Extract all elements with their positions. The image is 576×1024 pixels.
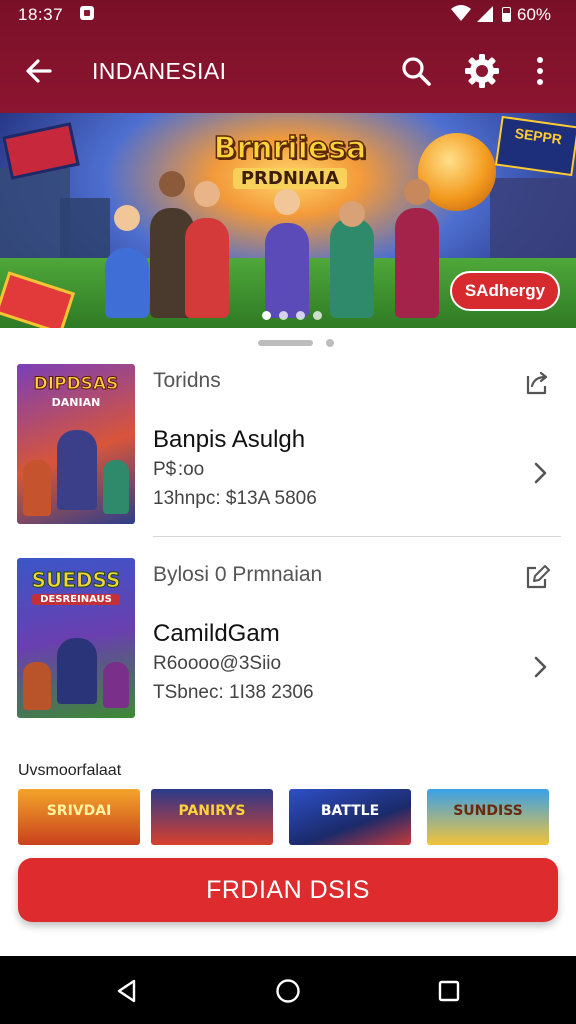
share-icon[interactable] [522,368,552,398]
game-price: R6oooo@3Siio [153,653,282,674]
status-bar: 18:37 60% [0,0,576,30]
thumbnail-character [57,638,97,704]
back-arrow-icon[interactable] [22,54,56,88]
carousel-dot[interactable] [279,311,288,320]
banner-character-head [159,171,185,197]
thumbnail-title: DIPDSAS [33,374,119,395]
game-price: P$ :oo [153,459,205,480]
banner-character [185,218,229,318]
banner-character-head [339,201,365,227]
game-card[interactable]: DIPDSAS DANIAN Toridns Banpis Asulgh P$ … [0,364,576,542]
gear-icon[interactable] [462,51,502,91]
thumbnail-subtitle: DESREINAUS [32,594,120,605]
thumbnail-character [23,662,51,710]
top-bar: 18:37 60% INDANESIAI [0,0,576,113]
carousel-dots [262,307,330,325]
thumbnail-character [103,662,129,708]
edit-icon[interactable] [522,562,552,592]
chevron-right-icon[interactable] [528,652,552,682]
banner-character [330,218,374,318]
banner-orb [418,133,496,211]
thumbnail-character [103,460,129,514]
game-tile[interactable]: BATTLE [289,789,411,845]
content-sheet: DIPDSAS DANIAN Toridns Banpis Asulgh P$ … [0,328,576,956]
game-category: Toridns [153,369,221,392]
sheet-drag-handle[interactable] [258,340,313,346]
section-title: Uvsmoorfalaat [18,762,122,779]
thumbnail-title: SUEDSS [31,568,121,593]
thumbnail-character [57,430,97,510]
signal-icon [477,6,493,22]
banner-character-head [404,179,430,205]
status-time: 18:37 [18,5,64,24]
app-title: INDANESIAI [92,58,227,84]
banner-character [265,223,309,318]
system-nav-bar [0,956,576,1024]
nav-home-icon[interactable] [273,976,303,1006]
search-icon[interactable] [398,53,434,89]
more-vertical-icon[interactable] [528,53,552,89]
primary-action-button[interactable]: FRDIAN DSIS [18,858,558,922]
banner-cta-button[interactable]: SAdhergy [450,271,560,311]
banner-corner-badge: SEPPR [494,115,576,177]
game-tile-label: PANIRYS [178,803,246,819]
sheet-handle-dot [326,339,334,347]
wifi-icon [451,5,471,21]
thumbnail-character [23,460,51,516]
nav-back-icon[interactable] [112,976,142,1006]
nav-recents-icon[interactable] [434,976,464,1006]
banner-title-sub: PRDNIAIA [232,168,348,189]
game-category: Bylosi 0 Prmnaian [153,563,323,586]
list-divider [153,536,561,537]
game-tile-label: BATTLE [320,803,380,819]
battery-percent: 60% [517,5,552,24]
carousel-dot[interactable] [262,311,271,320]
banner-character [395,208,439,318]
carousel-dot[interactable] [296,311,305,320]
banner-title-main: Brnriiesa [213,130,367,167]
game-tile[interactable]: PANIRYS [151,789,273,845]
chevron-right-icon[interactable] [528,458,552,488]
game-tile-strip[interactable]: SRIVDAI PANIRYS BATTLE SUNDISS [18,789,576,845]
game-thumbnail: DIPDSAS DANIAN [17,364,135,524]
game-card[interactable]: SUEDSS DESREINAUS Bylosi 0 Prmnaian Cami… [0,558,576,736]
game-meta: TSbnec: 1I38 2306 [153,682,314,703]
carousel-dot[interactable] [313,311,322,320]
banner-title: Brnriiesa PRDNIAIA [200,130,380,189]
game-tile[interactable]: SUNDISS [427,789,549,845]
game-tile[interactable]: SRIVDAI [18,789,140,845]
banner-character [105,248,149,318]
battery-icon [502,7,511,22]
game-name: CamildGam [153,620,280,647]
game-name: Banpis Asulgh [153,426,306,453]
app-bar: INDANESIAI [0,40,576,102]
notification-icon [80,6,94,20]
banner-character-head [274,189,300,215]
game-tile-label: SRIVDAI [46,803,112,819]
promo-banner[interactable]: SEPPR Brnriiesa PRDNIAIA SAdhergy [0,113,576,328]
banner-character-head [114,205,140,231]
game-tile-label: SUNDISS [453,803,523,819]
app-screen: 18:37 60% INDANESIAI SEPPR Brnriiesa PRD… [0,0,576,1024]
thumbnail-subtitle: DANIAN [51,396,101,409]
game-thumbnail: SUEDSS DESREINAUS [17,558,135,718]
game-meta: 13hnpc: $13A 5806 [153,488,317,509]
